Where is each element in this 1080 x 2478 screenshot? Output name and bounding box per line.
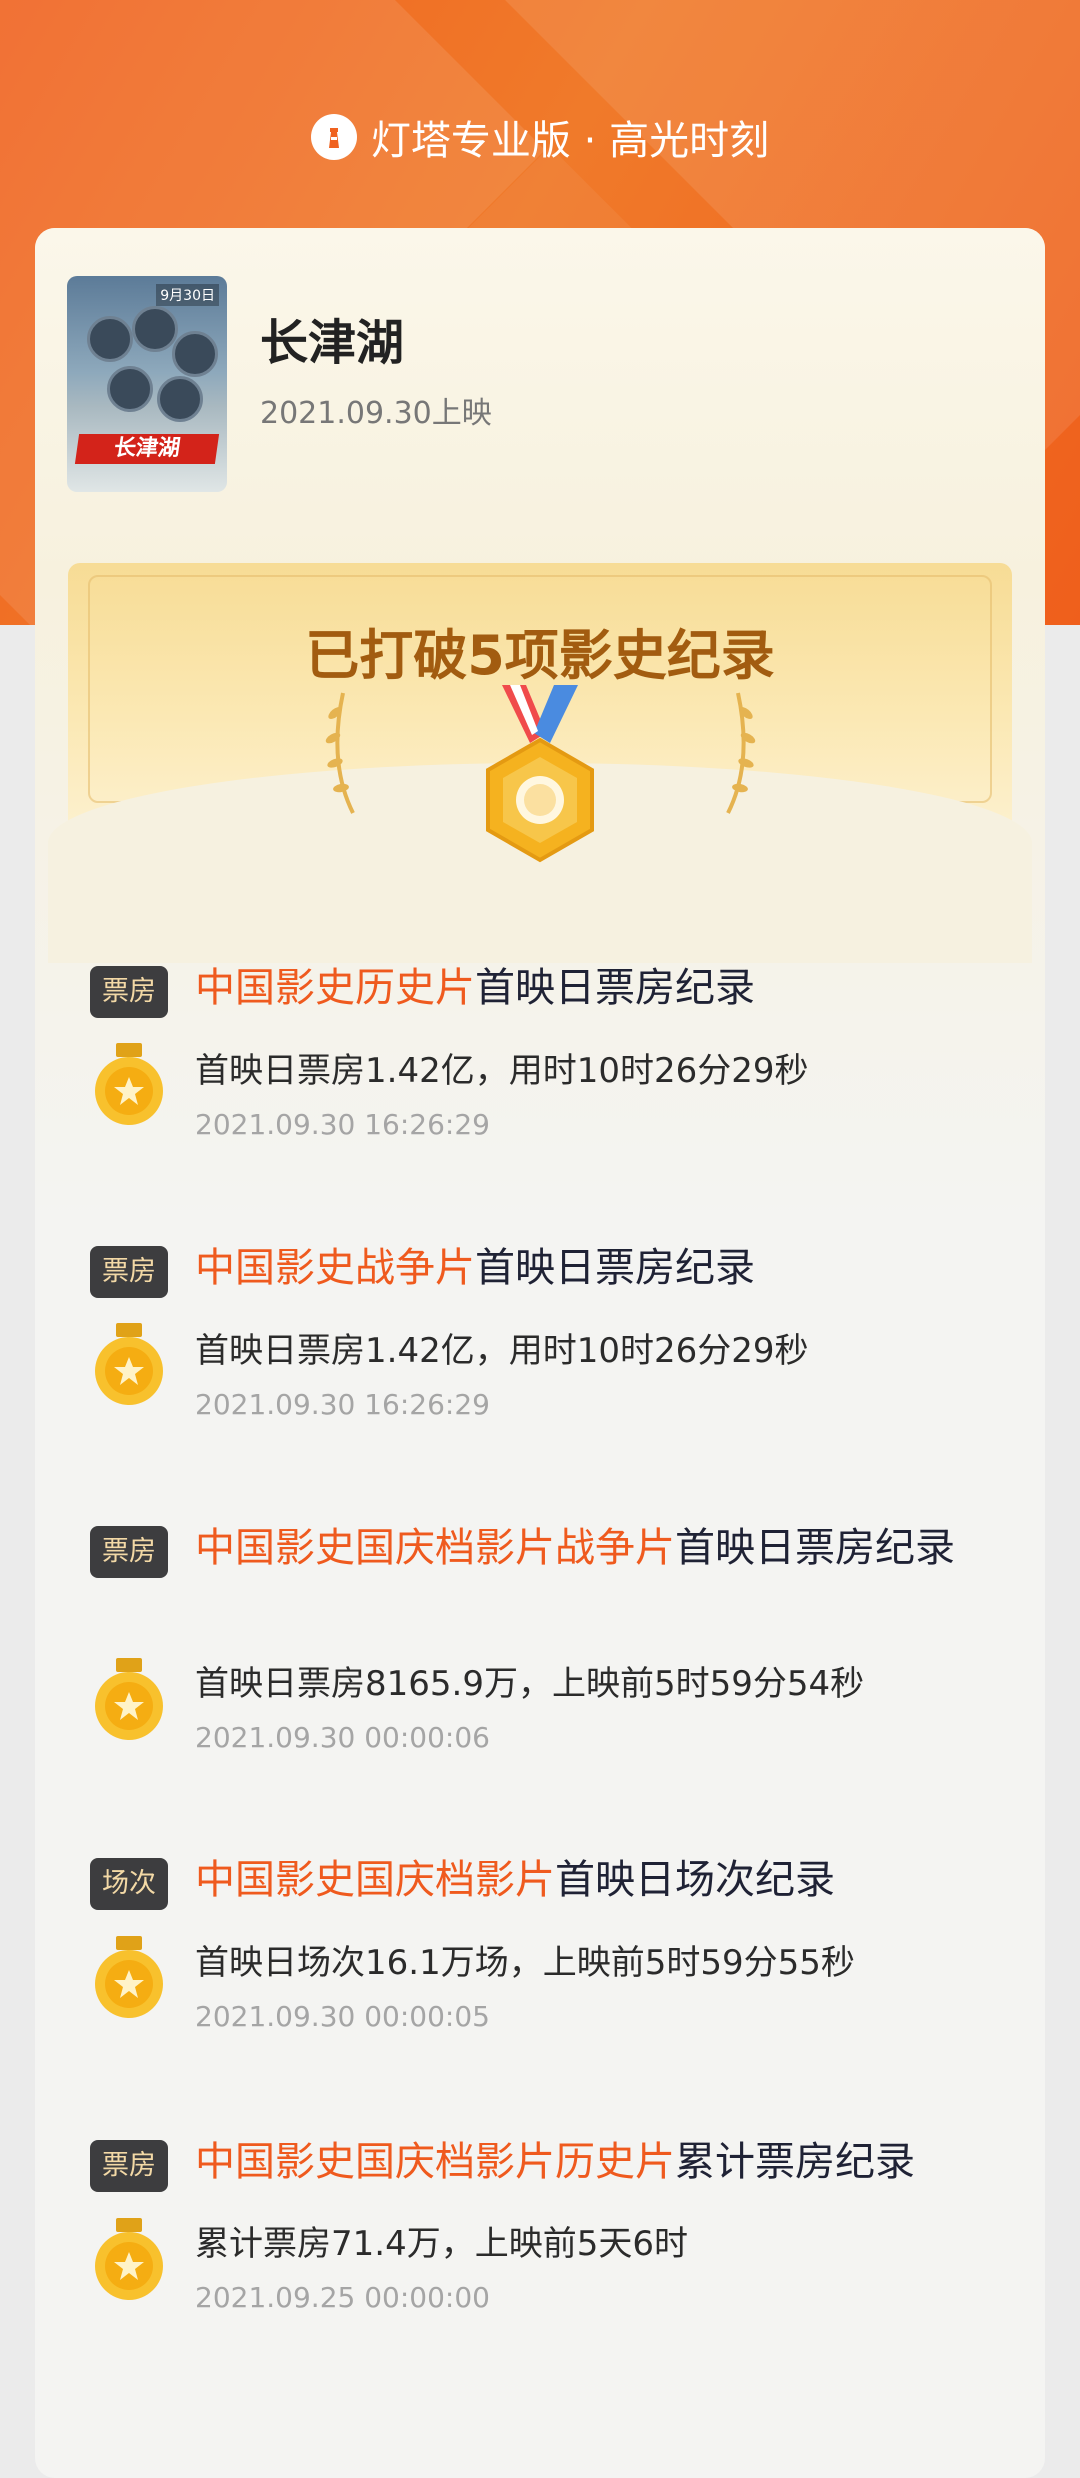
record-title-highlight: 中国影史国庆档影片历史片 <box>195 2139 675 2185</box>
record-title-highlight: 中国影史战争片 <box>195 1245 475 1291</box>
record-tag-badge: 票房 <box>90 1246 168 1298</box>
brand-label: 灯塔专业版 · 高光时刻 <box>370 118 770 164</box>
record-title-rest: 累计票房纪录 <box>675 2139 915 2185</box>
gold-medal-icon <box>95 1323 163 1405</box>
movie-release-date: 2021.09.30上映 <box>260 396 492 431</box>
poster-figure <box>87 316 133 362</box>
record-title-highlight: 中国影史国庆档影片战争片 <box>195 1525 675 1571</box>
record-timestamp: 2021.09.30 00:00:06 <box>195 1721 490 1754</box>
record-timestamp: 2021.09.25 00:00:00 <box>195 2281 490 2314</box>
record-timestamp: 2021.09.30 16:26:29 <box>195 1108 490 1141</box>
record-title-rest: 首映日票房纪录 <box>475 965 755 1011</box>
record-description: 首映日票房8165.9万，上映前5时59分54秒 <box>195 1664 865 1704</box>
record-description: 首映日票房1.42亿，用时10时26分29秒 <box>195 1051 809 1091</box>
movie-title: 长津湖 <box>260 315 405 371</box>
record-tag-badge: 票房 <box>90 2140 168 2192</box>
record-title: 中国影史国庆档影片历史片累计票房纪录 <box>195 2135 1025 2189</box>
gold-medal-icon <box>486 685 594 863</box>
records-banner: 已打破5项影史纪录 <box>48 563 1032 963</box>
gold-medal-icon <box>95 1658 163 1740</box>
gold-medal-icon <box>95 2218 163 2300</box>
record-title-highlight: 中国影史历史片 <box>195 965 475 1011</box>
gold-medal-icon <box>95 1043 163 1125</box>
movie-poster[interactable]: 9月30日 长津湖 <box>67 276 227 492</box>
record-title: 中国影史历史片首映日票房纪录 <box>195 961 1025 1015</box>
record-title-rest: 首映日场次纪录 <box>555 1857 835 1903</box>
lighthouse-icon <box>310 114 357 160</box>
poster-figure <box>172 331 218 377</box>
poster-figure <box>107 366 153 412</box>
record-timestamp: 2021.09.30 16:26:29 <box>195 1388 490 1421</box>
records-count-title: 已打破5项影史纪录 <box>305 624 775 687</box>
record-title: 中国影史战争片首映日票房纪录 <box>195 1241 1025 1295</box>
record-title-rest: 首映日票房纪录 <box>475 1245 755 1291</box>
poster-title: 长津湖 <box>74 434 220 464</box>
record-title: 中国影史国庆档影片战争片首映日票房纪录 <box>195 1521 1025 1575</box>
record-title-highlight: 中国影史国庆档影片 <box>195 1857 555 1903</box>
record-title: 中国影史国庆档影片首映日场次纪录 <box>195 1853 1025 1907</box>
laurel-right-icon <box>726 692 756 814</box>
record-tag-badge: 场次 <box>90 1858 168 1910</box>
brand-title: 灯塔专业版 · 高光时刻 <box>0 108 1080 166</box>
record-tag-badge: 票房 <box>90 1526 168 1578</box>
record-tag-badge: 票房 <box>90 966 168 1018</box>
poster-figure <box>132 306 178 352</box>
record-description: 累计票房71.4万，上映前5天6时 <box>195 2224 688 2264</box>
record-description: 首映日票房1.42亿，用时10时26分29秒 <box>195 1331 809 1371</box>
poster-date-tag: 9月30日 <box>156 284 219 306</box>
record-timestamp: 2021.09.30 00:00:05 <box>195 2000 490 2033</box>
record-description: 首映日场次16.1万场，上映前5时59分55秒 <box>195 1943 855 1983</box>
gold-medal-icon <box>95 1936 163 2018</box>
poster-figure <box>157 376 203 422</box>
laurel-left-icon <box>325 692 355 814</box>
record-title-rest: 首映日票房纪录 <box>675 1525 955 1571</box>
highlight-card: 9月30日 长津湖 长津湖 2021.09.30上映 已打破5项影史纪录 票房 … <box>35 228 1045 2478</box>
